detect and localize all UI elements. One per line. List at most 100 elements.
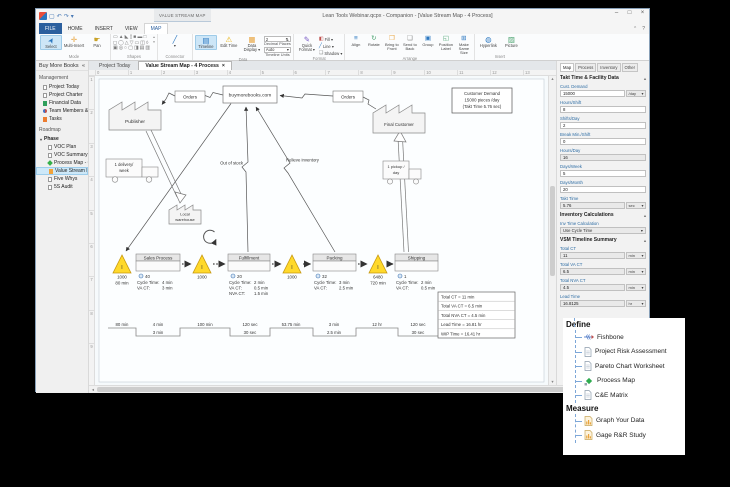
collapse-sidebar-icon[interactable]: « bbox=[82, 63, 85, 69]
line-button[interactable]: ╱ Line ▾ bbox=[319, 43, 342, 49]
svg-text:720 min: 720 min bbox=[370, 281, 386, 286]
shifts-day-input[interactable]: 2 bbox=[560, 122, 646, 130]
days-month-input[interactable]: 20 bbox=[560, 186, 646, 194]
lead-time-unit-select[interactable]: hr▾ bbox=[626, 300, 646, 308]
shapes-row-3[interactable]: ▣◎○▢◨▤▥ bbox=[113, 46, 151, 52]
doc-tab-value-stream-map[interactable]: Value Stream Map - 4 Process × bbox=[138, 61, 232, 70]
orders-right-box[interactable]: Orders bbox=[333, 91, 363, 102]
hyperlink-button[interactable]: ◍ Hyperlink bbox=[477, 35, 499, 48]
cust-demand-input[interactable]: 15000 bbox=[560, 90, 625, 98]
panel-tab-other[interactable]: Other bbox=[622, 63, 638, 72]
rotate-button[interactable]: ↻Rotate bbox=[365, 35, 382, 47]
scroll-up-icon[interactable]: ▲ bbox=[551, 77, 555, 81]
sidebar-item-financial-data[interactable]: Financial Data bbox=[36, 99, 88, 107]
align-button[interactable]: ≡Align bbox=[347, 35, 364, 47]
panel-tab-process[interactable]: Process bbox=[575, 63, 596, 72]
hours-shift-input[interactable]: 8 bbox=[560, 106, 646, 114]
sidebar-item-5s-audit[interactable]: 5S Audit bbox=[36, 183, 88, 191]
sidebar-item-process-map-current[interactable]: Process Map - Current State bbox=[36, 159, 88, 167]
edit-time-button[interactable]: ⚠ Edit Time bbox=[218, 35, 240, 48]
panel-tab-map[interactable]: Map bbox=[560, 63, 574, 72]
tree-item-graph-your-data[interactable]: Graph Your Data bbox=[576, 414, 685, 429]
total-nva-ct-unit-select[interactable]: min▾ bbox=[626, 284, 646, 292]
maximize-button[interactable]: □ bbox=[625, 10, 634, 16]
break-min-input[interactable]: 0 bbox=[560, 138, 646, 146]
total-ct-unit-select[interactable]: min▾ bbox=[626, 252, 646, 260]
takt-time-unit-select[interactable]: sec▾ bbox=[626, 202, 646, 210]
tab-home[interactable]: HOME bbox=[62, 23, 89, 34]
connector-button[interactable]: ╱ ▾ bbox=[164, 35, 186, 48]
vsm-canvas[interactable]: Out of stock Relieve inventory bbox=[95, 76, 548, 385]
panel-tab-inventory[interactable]: Inventory bbox=[597, 63, 620, 72]
save-icon[interactable]: ▢ bbox=[49, 13, 55, 20]
cust-demand-unit-select[interactable]: /day▾ bbox=[626, 90, 646, 98]
pan-button[interactable]: ☛ Pan bbox=[86, 35, 108, 48]
make-same-size-button[interactable]: ⊞Make Same Size bbox=[455, 35, 472, 56]
sidebar-item-project-charter[interactable]: Project Charter bbox=[36, 91, 88, 99]
data-display-button[interactable]: ▦ Data Display ▾ bbox=[241, 35, 263, 53]
timeline-button[interactable]: ▤ Timeline bbox=[195, 35, 217, 50]
send-to-back-button[interactable]: ❏Send to Back bbox=[401, 35, 418, 51]
picture-button[interactable]: ▨ Picture bbox=[500, 35, 522, 48]
tab-view[interactable]: VIEW bbox=[119, 23, 144, 34]
sidebar-item-value-stream-map[interactable]: Value Stream Map - 4 Process bbox=[36, 167, 88, 175]
vertical-scrollbar[interactable]: ▲ ▼ bbox=[548, 76, 556, 385]
expander-icon[interactable]: ▾ bbox=[40, 137, 42, 142]
group-button[interactable]: ▣Group bbox=[419, 35, 436, 47]
website-box[interactable]: buymorebooks.com bbox=[223, 86, 277, 103]
quick-format-button[interactable]: ✎ Quick Format ▾ bbox=[296, 35, 318, 53]
sidebar-item-voc-plan[interactable]: VOC Plan bbox=[36, 143, 88, 151]
help-icon[interactable]: ? bbox=[642, 26, 645, 32]
scrollbar-thumb[interactable] bbox=[550, 186, 555, 276]
close-button[interactable]: × bbox=[638, 10, 647, 16]
sidebar-item-project-today[interactable]: Project Today bbox=[36, 83, 88, 91]
sidebar-item-team-members[interactable]: Team Members & Roles bbox=[36, 107, 88, 115]
roadmap-phase[interactable]: ▾ Phase bbox=[36, 135, 88, 143]
customer-demand-note[interactable]: Customer Demand 15000 pieces /day (Takt … bbox=[452, 88, 512, 113]
days-week-input[interactable]: 5 bbox=[560, 170, 646, 178]
field-label: Shifts/Day bbox=[560, 116, 646, 121]
minimize-button[interactable]: – bbox=[612, 10, 621, 16]
tree-item-fishbone[interactable]: Fishbone bbox=[576, 330, 685, 345]
tree-item-ce-matrix[interactable]: C&E Matrix bbox=[576, 388, 685, 403]
total-va-ct-unit-select[interactable]: min▾ bbox=[626, 268, 646, 276]
timeline-summary-box[interactable]: Total CT = 11 min Total VA CT = 6.5 min … bbox=[438, 292, 515, 338]
inv-time-calculation-select[interactable]: Use Cycle Time▾ bbox=[560, 227, 646, 235]
svg-text:I: I bbox=[377, 265, 378, 271]
select-button[interactable]: ➤ Select bbox=[40, 35, 62, 50]
connector-dropdown-icon[interactable]: ▾ bbox=[174, 44, 176, 48]
scroll-down-icon[interactable]: ▼ bbox=[551, 380, 555, 384]
tab-map[interactable]: MAP bbox=[144, 23, 169, 34]
multi-insert-button[interactable]: ✛ Multi-Insert bbox=[63, 35, 85, 48]
shapes-scroll-down-icon[interactable]: ▾ bbox=[153, 40, 155, 44]
operator-icon bbox=[316, 274, 320, 278]
qat-dropdown-icon[interactable]: ▾ bbox=[71, 13, 74, 20]
doc-tab-project-today[interactable]: Project Today bbox=[93, 62, 136, 70]
collapse-section-icon[interactable]: ▴ bbox=[644, 213, 646, 218]
tab-insert[interactable]: INSERT bbox=[89, 23, 119, 34]
shapes-scroll-up-icon[interactable]: ▴ bbox=[153, 35, 155, 39]
collapse-ribbon-icon[interactable]: ⌃ bbox=[633, 26, 637, 32]
bring-to-front-button[interactable]: ❐Bring to Front bbox=[383, 35, 400, 51]
inventory-section-title: Inventory Calculations bbox=[560, 212, 614, 218]
redo-icon[interactable]: ↷ bbox=[64, 13, 69, 20]
sidebar-item-five-whys[interactable]: Five Whys bbox=[36, 175, 88, 183]
tree-item-gage-rr-study[interactable]: Gage R&R Study bbox=[576, 428, 685, 443]
undo-icon[interactable]: ↶ bbox=[57, 13, 62, 20]
position-label-button[interactable]: ◱Position Label bbox=[437, 35, 454, 51]
tree-item-pareto-chart-worksheet[interactable]: Pareto Chart Worksheet bbox=[576, 359, 685, 374]
scroll-left-icon[interactable]: ◄ bbox=[91, 388, 95, 392]
tree-item-process-map[interactable]: Process Map bbox=[576, 374, 685, 389]
scrollbar-thumb[interactable] bbox=[97, 387, 641, 392]
orders-left-box[interactable]: Orders bbox=[175, 91, 205, 102]
field-label: Cust. Demand bbox=[560, 84, 646, 89]
tree-item-project-risk-assessment[interactable]: Project Risk Assessment bbox=[576, 345, 685, 360]
sidebar-item-tasks[interactable]: Tasks bbox=[36, 115, 88, 123]
close-tab-icon[interactable]: × bbox=[222, 63, 225, 69]
collapse-section-icon[interactable]: ▴ bbox=[644, 238, 646, 243]
shapes-palette[interactable]: ▭▲◣▯■▬□ ◻◯△▽▭◫◊ ▣◎○▢◨▤▥ bbox=[113, 35, 151, 52]
collapse-section-icon[interactable]: ▴ bbox=[644, 76, 646, 81]
sidebar-item-voc-summary[interactable]: VOC Summary bbox=[36, 151, 88, 159]
tab-file[interactable]: FILE bbox=[39, 23, 62, 34]
fill-button[interactable]: ◧ Fill ▾ bbox=[319, 36, 342, 42]
